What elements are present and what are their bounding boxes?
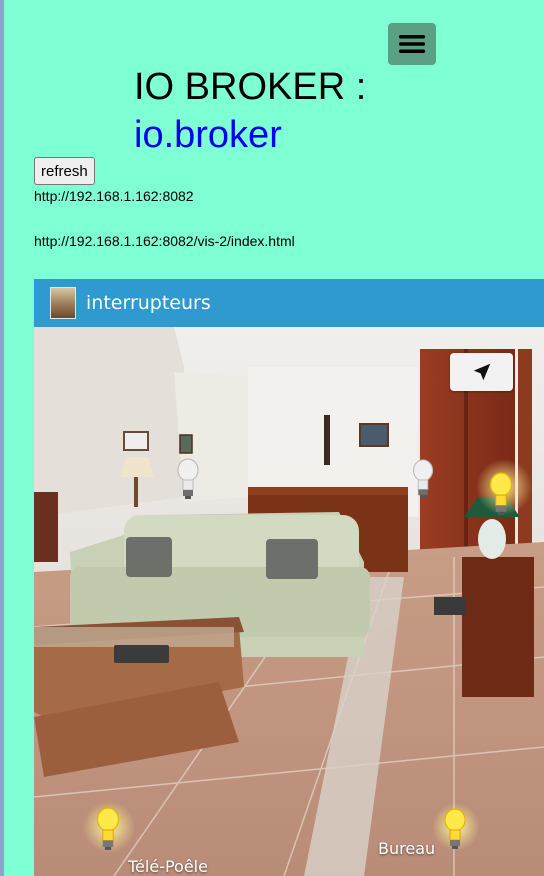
url-text-2: http://192.168.1.162:8082/vis-2/index.ht…: [34, 233, 295, 249]
refresh-button[interactable]: refresh: [34, 157, 95, 185]
lightbulb-icon[interactable]: [94, 807, 122, 856]
lightbulb-icon[interactable]: [412, 459, 434, 504]
lightbulb-icon[interactable]: [177, 458, 199, 505]
tele-poele-label: Télé-Poêle: [128, 857, 208, 876]
page-subtitle: io.broker: [134, 114, 282, 156]
page-title: IO BROKER :: [134, 66, 367, 108]
url-text-1: http://192.168.1.162:8082: [34, 188, 194, 204]
menu-button[interactable]: [388, 23, 436, 65]
room-photo: Télé-Poêle Bureau: [34, 327, 544, 876]
lightbulb-icon[interactable]: [442, 808, 468, 855]
interrupteurs-panel: interrupteurs Télé-Poêle Bureau: [34, 279, 544, 876]
panel-thumbnail-image: [50, 287, 76, 319]
panel-header: interrupteurs: [34, 279, 544, 327]
hamburger-icon: [399, 35, 425, 53]
lightbulb-icon[interactable]: [487, 472, 515, 521]
locate-button[interactable]: [450, 353, 513, 391]
bureau-label: Bureau: [378, 839, 436, 858]
panel-title: interrupteurs: [86, 292, 211, 314]
navigation-arrow-icon: [473, 363, 490, 381]
room-illustration: [34, 327, 544, 876]
